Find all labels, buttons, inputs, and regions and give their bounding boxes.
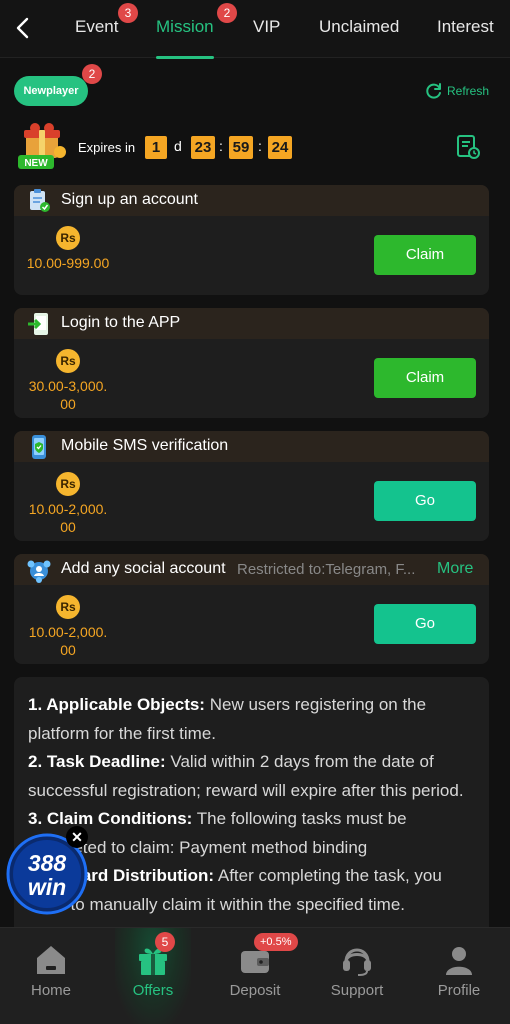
new-gift-icon: NEW [18, 123, 66, 169]
newplayer-badge: 2 [82, 64, 102, 84]
offers-badge: 5 [155, 932, 175, 952]
tab-event-badge: 3 [118, 3, 138, 23]
reward-amount: 10.00-999.00 [26, 255, 110, 271]
rupee-coin-icon: Rs [56, 349, 80, 373]
tab-vip[interactable]: VIP [253, 17, 280, 37]
nav-support[interactable]: Support [306, 928, 408, 1024]
active-tab-indicator [156, 56, 214, 59]
task-title: Sign up an account [61, 191, 198, 208]
phone-verify-icon [32, 435, 46, 459]
reward-amount: 10.00-2,000.00 [28, 624, 108, 658]
user-icon [446, 947, 472, 975]
nav-label: Support [330, 982, 384, 999]
task-card: Login to the APP Rs 30.00-3,000.00 Claim [14, 308, 489, 418]
login-app-icon [28, 313, 48, 335]
expires-label: Expires in [78, 140, 136, 155]
task-card-header: Mobile SMS verification [14, 431, 489, 462]
rupee-coin-icon: Rs [56, 595, 80, 619]
clipboard-check-icon [30, 189, 50, 212]
social-account-icon [27, 560, 51, 583]
close-logo-button[interactable]: ✕ [66, 826, 88, 848]
task-card-header: Add any social account Restricted to:Tel… [14, 554, 489, 585]
task-card-header: Sign up an account [14, 185, 489, 216]
refresh-icon [426, 83, 441, 99]
nav-profile[interactable]: Profile [408, 928, 510, 1024]
task-title: Mobile SMS verification [61, 437, 229, 454]
rule-item: 1. Applicable Objects: New users registe… [28, 695, 427, 743]
claim-button[interactable]: Claim [374, 235, 476, 275]
nav-offers[interactable]: 5 Offers [102, 928, 204, 1024]
tab-mission[interactable]: Mission [156, 17, 214, 37]
countdown-separator: : [219, 138, 223, 154]
home-icon [37, 946, 65, 974]
refresh-button[interactable]: Refresh [425, 82, 489, 100]
task-title: Login to the APP [61, 314, 181, 331]
new-tag: NEW [24, 158, 48, 169]
task-title: Add any social account [61, 560, 226, 577]
rule-item: 3. Claim Conditions: The following tasks… [28, 809, 407, 857]
reward-amount: 10.00-2,000.00 [28, 501, 108, 535]
task-card-header: Login to the APP [14, 308, 489, 339]
tab-unclaimed[interactable]: Unclaimed [319, 17, 399, 37]
go-button[interactable]: Go [374, 481, 476, 521]
headset-icon [343, 948, 371, 976]
newplayer-filter-chip[interactable]: Newplayer [14, 76, 88, 106]
deposit-bonus-tag: +0.5% [254, 933, 298, 951]
rupee-coin-icon: Rs [56, 472, 80, 496]
go-button[interactable]: Go [374, 604, 476, 644]
days-unit: d [174, 138, 182, 154]
refresh-label: Refresh [447, 84, 490, 98]
task-card: Mobile SMS verification Rs 10.00-2,000.0… [14, 431, 489, 541]
more-link[interactable]: More [437, 560, 473, 578]
tab-interest[interactable]: Interest [437, 17, 494, 37]
task-card: Sign up an account Rs 10.00-999.00 Claim [14, 185, 489, 295]
logo-text-win: win [28, 874, 66, 900]
nav-label: Deposit [229, 982, 281, 999]
countdown-seconds: 24 [268, 136, 292, 159]
top-tab-bar: Event 3 Mission 2 VIP Unclaimed Interest [0, 0, 510, 59]
record-list-icon[interactable] [456, 134, 480, 160]
countdown-days: 1 [145, 136, 167, 159]
expires-countdown: NEW Expires in 1 d 23 : 59 : 24 [16, 122, 496, 172]
tab-mission-badge: 2 [217, 3, 237, 23]
countdown-minutes: 59 [229, 136, 253, 159]
nav-home[interactable]: Home [0, 928, 102, 1024]
back-arrow-icon[interactable] [14, 16, 32, 40]
nav-label: Profile [437, 982, 481, 999]
countdown-hours: 23 [191, 136, 215, 159]
rule-item: 2. Task Deadline: Valid within 2 days fr… [28, 752, 464, 800]
tab-event[interactable]: Event [75, 17, 118, 37]
rupee-coin-icon: Rs [56, 226, 80, 250]
nav-label: Offers [132, 982, 174, 999]
restriction-note: Restricted to:Telegram, F... [237, 561, 416, 578]
countdown-separator: : [258, 138, 262, 154]
logo-text-388: 388 [28, 850, 67, 876]
rule-item: 4. Reward Distribution: After completing… [28, 866, 442, 914]
reward-amount: 30.00-3,000.00 [28, 378, 108, 412]
nav-label: Home [30, 982, 71, 999]
task-card: Add any social account Restricted to:Tel… [14, 554, 489, 664]
claim-button[interactable]: Claim [374, 358, 476, 398]
